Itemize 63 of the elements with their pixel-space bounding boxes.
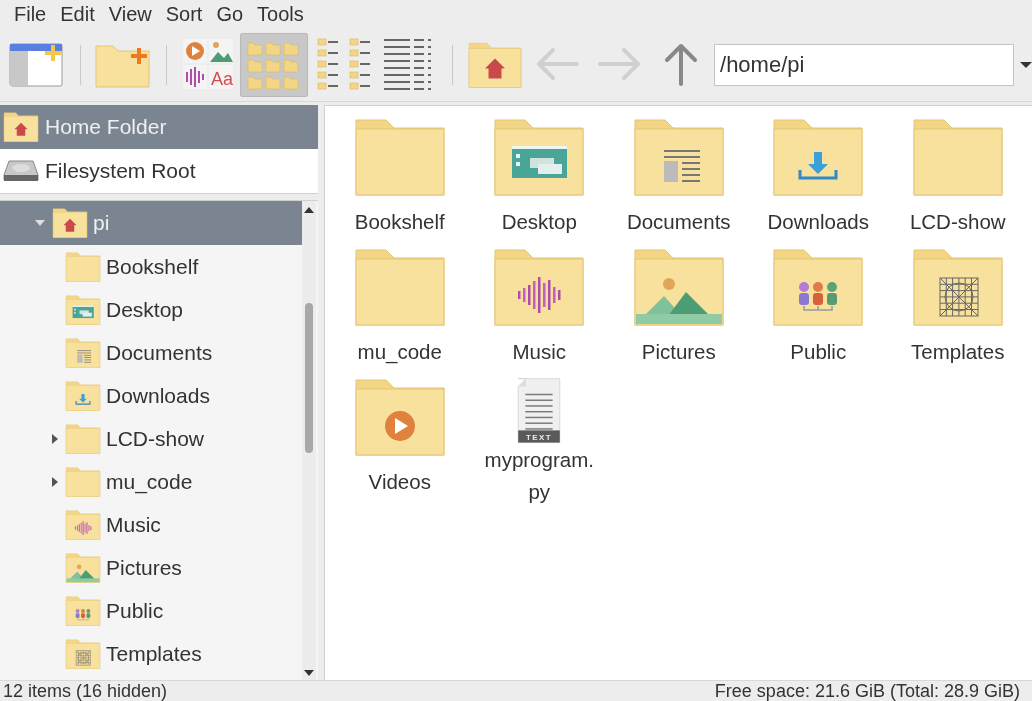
documents-folder-icon (633, 118, 724, 196)
folder-icon (65, 251, 101, 282)
tree-item[interactable]: Pictures (0, 546, 302, 589)
folder-icon (354, 248, 445, 326)
expander-icon[interactable] (52, 433, 58, 444)
people-folder-icon (65, 595, 101, 626)
folder-icon (65, 466, 101, 497)
scrollbar[interactable] (302, 201, 316, 680)
file-name[interactable]: Pictures (641, 336, 716, 368)
tree-item[interactable]: Templates (0, 632, 302, 675)
file-name[interactable]: Desktop (501, 206, 577, 238)
templates-folder-icon (912, 248, 1003, 326)
tree-item[interactable]: Downloads (0, 374, 302, 417)
video-folder-icon (354, 378, 445, 456)
home-folder-icon (52, 208, 88, 238)
downloads-folder-icon (773, 118, 864, 196)
file-type-filter-button[interactable]: Aa (178, 34, 237, 95)
tree-item[interactable]: Desktop (0, 288, 302, 331)
file-name[interactable]: Music (512, 336, 566, 368)
folder-icon (912, 118, 1003, 196)
pictures-folder-icon (65, 552, 101, 583)
menu-item[interactable]: Go (209, 1, 251, 27)
menu-item[interactable]: Edit (53, 1, 102, 27)
file-name[interactable]: Documents (626, 206, 731, 238)
tree-item[interactable]: Public (0, 589, 302, 632)
home-folder-icon (467, 41, 522, 88)
downloads-folder-icon (65, 380, 101, 411)
desktop-folder-icon (65, 294, 101, 325)
expander-icon[interactable] (52, 476, 58, 487)
caret-icon[interactable] (1020, 61, 1032, 68)
file-name[interactable]: Downloads (767, 206, 869, 238)
tree-item[interactable]: LCD-show (0, 417, 302, 460)
desktop-folder-icon (494, 118, 585, 196)
tree-item[interactable]: Bookshelf (0, 245, 302, 288)
free-space: Free space: 21.6 GiB (Total: 28.9 GiB) (714, 681, 1020, 701)
file-name[interactable]: Public (790, 336, 847, 368)
folder-icon (354, 118, 445, 196)
music-folder-icon (65, 509, 101, 540)
people-folder-icon (773, 248, 864, 326)
folder-icon (65, 423, 101, 454)
documents-folder-icon (65, 337, 101, 368)
file-name[interactable]: Bookshelf (354, 206, 445, 238)
item-count: 12 items (16 hidden) (3, 681, 168, 701)
menu-item[interactable]: Sort (158, 1, 210, 27)
menu-item[interactable]: Tools (250, 1, 311, 27)
menu-item[interactable]: View (101, 1, 159, 27)
file-name[interactable]: Videos (368, 466, 431, 498)
tree-item[interactable]: Music (0, 503, 302, 546)
drive-icon (3, 159, 39, 183)
file-name[interactable]: Templates (911, 336, 1005, 368)
templates-folder-icon (65, 638, 101, 669)
home-folder-icon (3, 112, 39, 142)
place-item[interactable]: Filesystem Root (0, 149, 318, 193)
tree-item[interactable]: mu_code (0, 460, 302, 503)
file-name[interactable]: myprogram.py (480, 444, 599, 508)
music-folder-icon (494, 248, 585, 326)
pictures-folder-icon (633, 248, 724, 326)
new-window-icon (9, 40, 65, 89)
menu-item[interactable]: File (7, 1, 54, 27)
file-name[interactable]: LCD-show (909, 206, 1006, 238)
file-name[interactable]: mu_code (357, 336, 442, 368)
tree-item[interactable]: Documents (0, 331, 302, 374)
path-field[interactable]: /home/pi (714, 43, 1014, 86)
